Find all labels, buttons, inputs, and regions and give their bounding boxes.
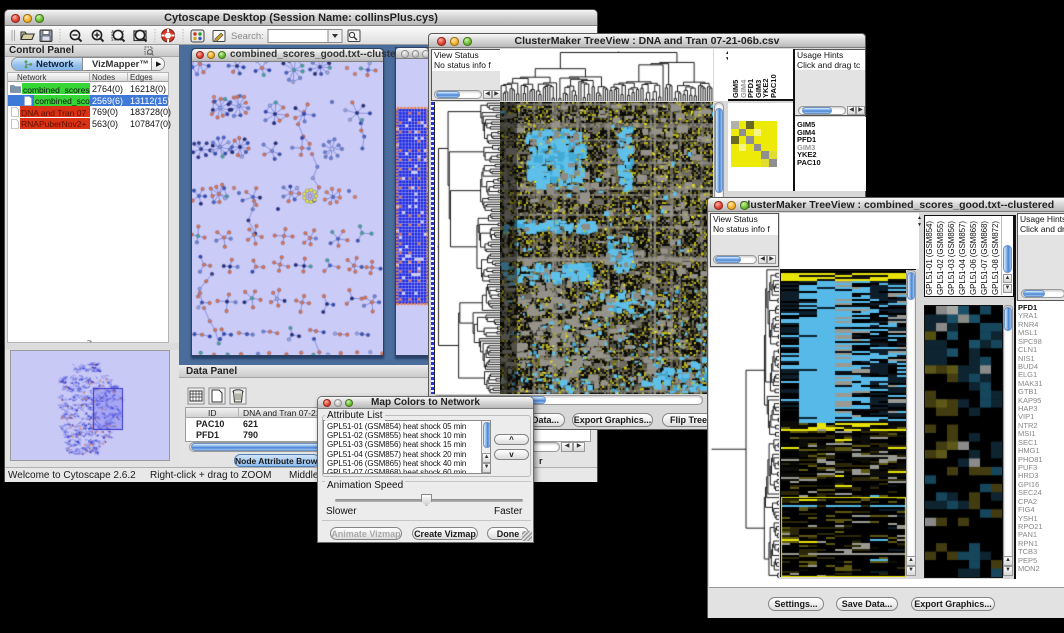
svg-text:Search:: Search: (231, 31, 264, 42)
